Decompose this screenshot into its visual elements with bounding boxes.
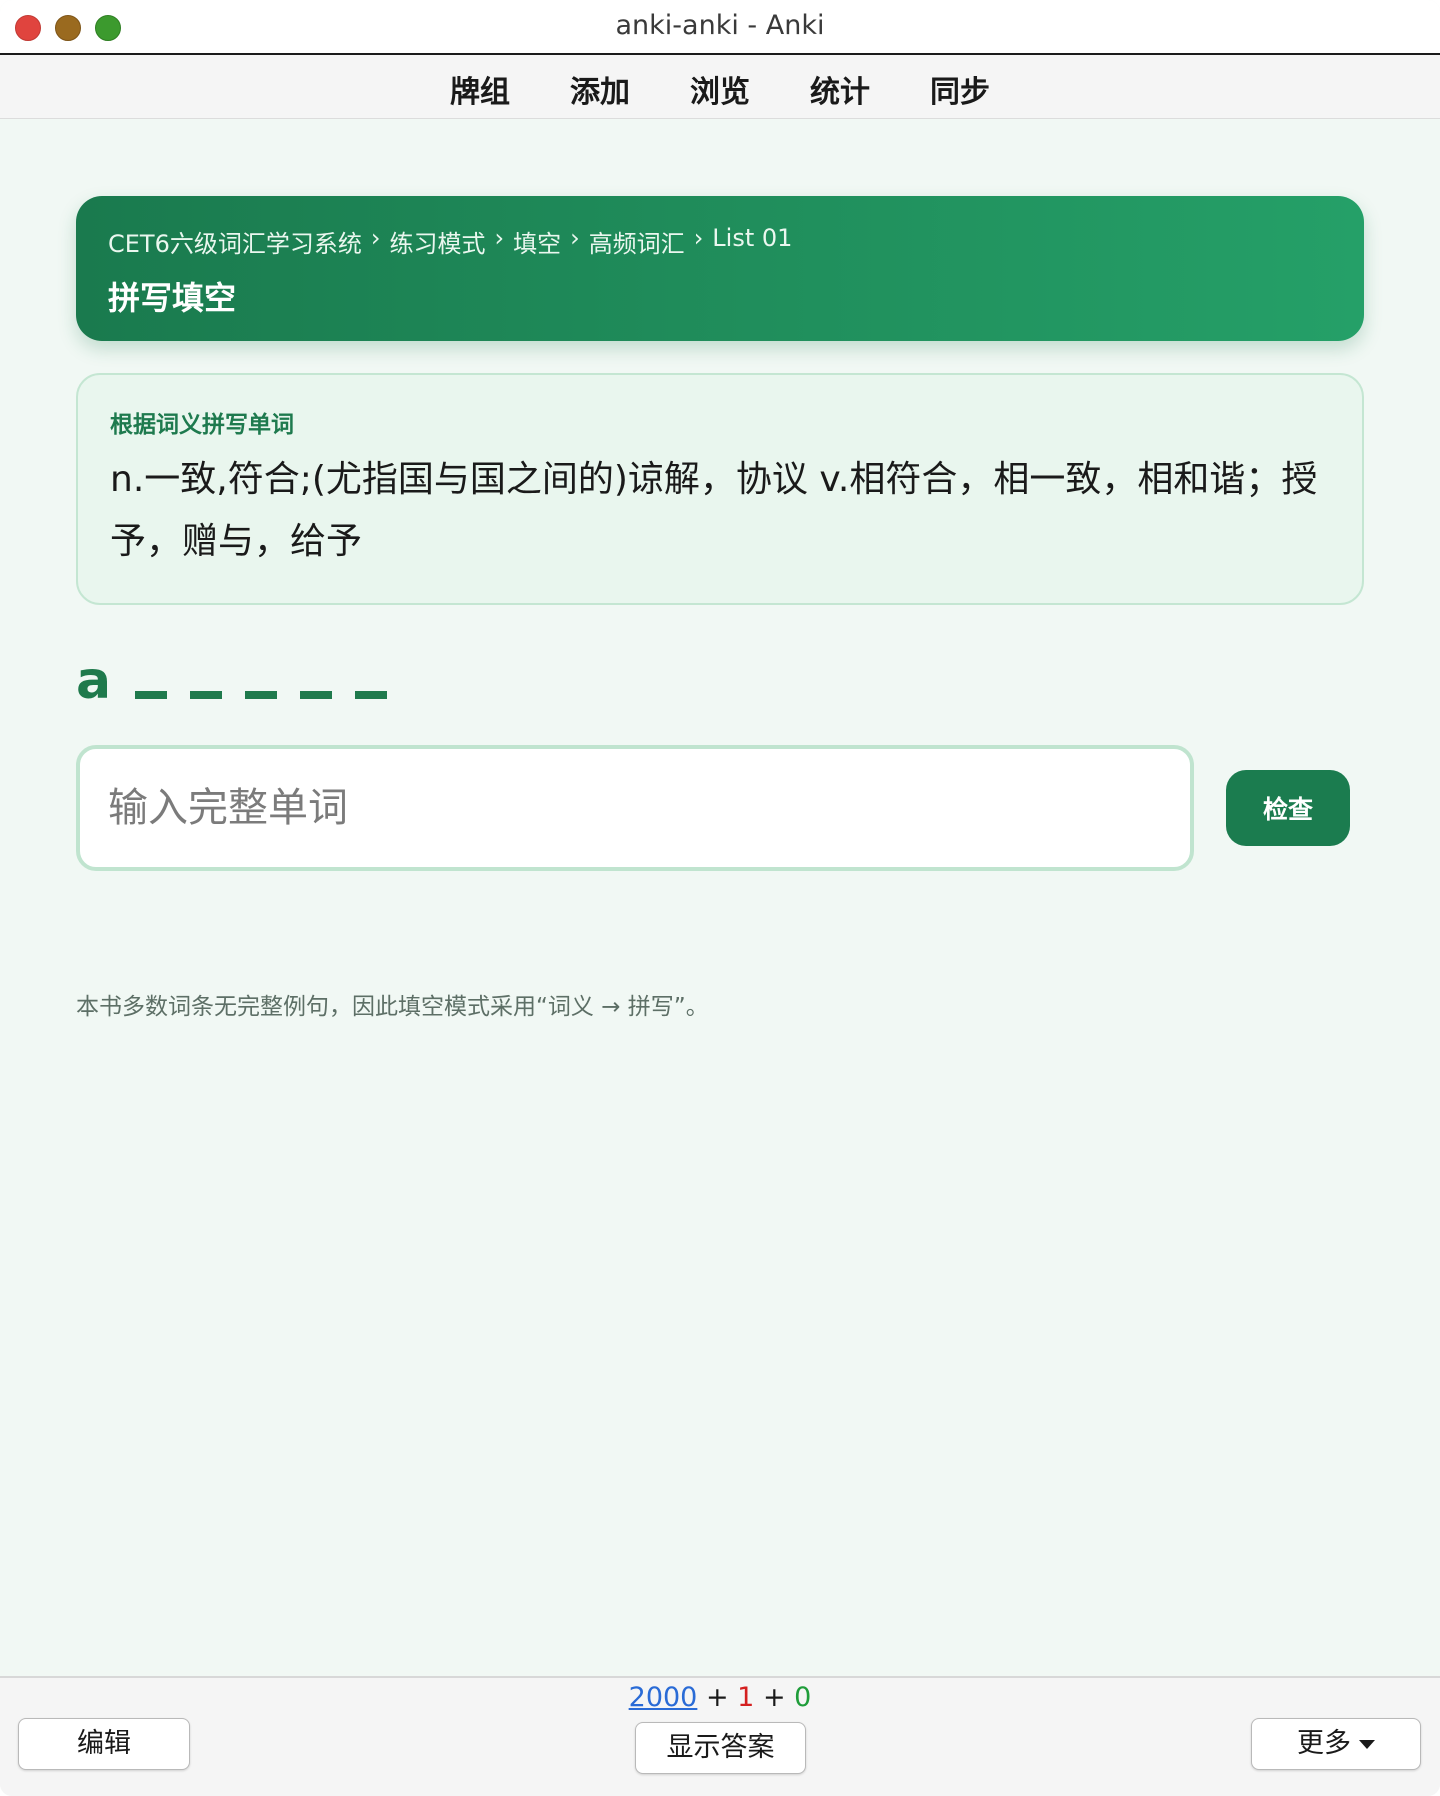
breadcrumb-item: 填空 xyxy=(513,230,562,258)
count-separator: + xyxy=(762,1682,786,1713)
breadcrumb-separator: › xyxy=(570,224,580,252)
spelling-hint: a xyxy=(76,647,1364,707)
window-title: anki-anki - Anki xyxy=(615,10,825,41)
more-button-label: 更多 xyxy=(1297,1728,1351,1759)
breadcrumb-item: CET6六级词汇学习系统 xyxy=(108,230,362,258)
answer-row: 检查 xyxy=(76,745,1364,871)
title-bar: anki-anki - Anki xyxy=(0,0,1440,55)
new-count[interactable]: 2000 xyxy=(629,1682,698,1713)
letter-blank xyxy=(135,691,168,699)
breadcrumb-item: 练习模式 xyxy=(389,230,486,258)
breadcrumb-separator: › xyxy=(370,224,381,252)
hint-blanks xyxy=(135,688,410,707)
show-answer-button[interactable]: 显示答案 xyxy=(635,1722,806,1774)
caret-down-icon xyxy=(1359,1740,1375,1749)
show-answer-label: 显示答案 xyxy=(666,1732,775,1763)
review-bottom-bar: 2000 + 1 + 0 编辑 显示答案 更多 xyxy=(0,1676,1440,1796)
toolbar-add[interactable]: 添加 xyxy=(568,67,632,111)
meaning-card: 根据词义拼写单词 n.一致,符合;(尤指国与国之间的)谅解，协议 v.相符合，相… xyxy=(76,373,1364,605)
edit-button[interactable]: 编辑 xyxy=(18,1718,190,1770)
toolbar-decks[interactable]: 牌组 xyxy=(448,67,512,111)
count-separator: + xyxy=(705,1682,729,1713)
breadcrumb-separator: › xyxy=(693,224,704,252)
anki-window: anki-anki - Anki 牌组 添加 浏览 统计 同步 CET6六级词汇… xyxy=(0,0,1440,1796)
letter-blank xyxy=(245,691,278,699)
meaning-text: n.一致,符合;(尤指国与国之间的)谅解，协议 v.相符合，相一致，相和谐；授予… xyxy=(110,459,1318,562)
meaning-label: 根据词义拼写单词 xyxy=(110,412,294,438)
letter-blank xyxy=(355,691,388,699)
header-card: CET6六级词汇学习系统 › 练习模式 › 填空 › 高频词汇 › List 0… xyxy=(76,196,1364,341)
breadcrumb-separator: › xyxy=(494,224,505,252)
main-toolbar: 牌组 添加 浏览 统计 同步 xyxy=(0,55,1440,119)
toolbar-browse[interactable]: 浏览 xyxy=(688,67,752,111)
toolbar-stats[interactable]: 统计 xyxy=(808,67,872,111)
letter-blank xyxy=(300,691,333,699)
toolbar-sync[interactable]: 同步 xyxy=(928,67,992,111)
review-count: 0 xyxy=(794,1682,812,1713)
page-title: 拼写填空 xyxy=(108,279,237,317)
breadcrumb: CET6六级词汇学习系统 › 练习模式 › 填空 › 高频词汇 › List 0… xyxy=(108,224,1332,259)
answer-input[interactable] xyxy=(76,745,1194,871)
letter-blank xyxy=(190,691,223,699)
more-button[interactable]: 更多 xyxy=(1251,1718,1421,1770)
learn-count: 1 xyxy=(737,1682,755,1713)
hint-first-letter: a xyxy=(76,651,112,711)
card-content: CET6六级词汇学习系统 › 练习模式 › 填空 › 高频词汇 › List 0… xyxy=(76,196,1364,1021)
breadcrumb-item: List 01 xyxy=(712,224,793,252)
check-button[interactable]: 检查 xyxy=(1226,770,1350,846)
edit-button-label: 编辑 xyxy=(77,1728,131,1759)
mode-note: 本书多数词条无完整例句，因此填空模式采用“词义 → 拼写”。 xyxy=(76,994,709,1020)
breadcrumb-item: 高频词汇 xyxy=(588,230,685,258)
due-counts: 2000 + 1 + 0 xyxy=(0,1682,1440,1713)
